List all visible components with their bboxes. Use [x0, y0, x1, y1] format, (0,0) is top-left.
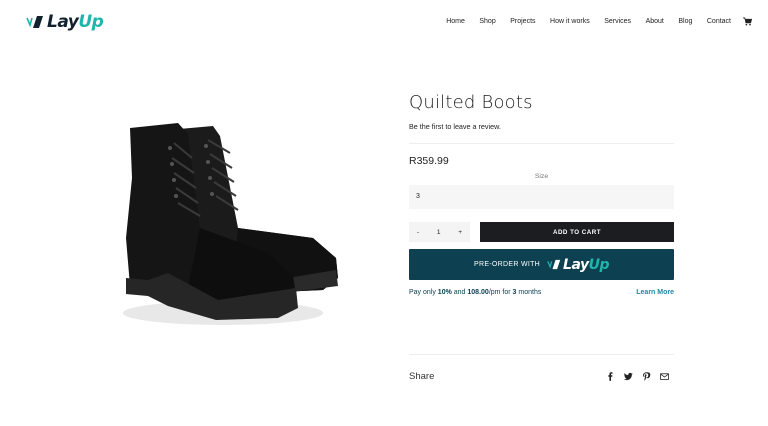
layup-logo-mark-icon	[547, 259, 561, 270]
payment-percent: 10%	[437, 289, 452, 296]
nav-services[interactable]: Services	[604, 18, 631, 25]
payment-amount: 108.00	[467, 289, 489, 296]
preorder-logo-text-lay: Lay	[563, 256, 589, 273]
nav-how-it-works[interactable]: How it works	[550, 18, 590, 25]
payment-text: Pay only 10% and 108.00/pm for 3 months	[409, 289, 541, 296]
logo-text-lay: Lay	[47, 12, 79, 32]
payment-mid2: /pm for	[488, 289, 513, 296]
preorder-logo: LayUp	[547, 256, 610, 273]
product-price: R359.99	[409, 155, 449, 167]
add-to-cart-button[interactable]: ADD TO CART	[480, 222, 674, 242]
qty-value[interactable]: 1	[437, 229, 441, 236]
qty-plus-button[interactable]: +	[458, 229, 462, 236]
pinterest-icon[interactable]	[642, 372, 651, 381]
size-label: Size	[534, 173, 549, 180]
nav-blog[interactable]: Blog	[678, 18, 692, 25]
site-header: LayUp Home Shop Projects How it works Se…	[0, 0, 768, 46]
main-nav: Home Shop Projects How it works Services…	[432, 17, 752, 26]
cart-row: - 1 + ADD TO CART	[409, 222, 674, 242]
payment-suffix: months	[516, 289, 542, 296]
logo-text-up: Up	[78, 12, 104, 32]
preorder-button[interactable]: PRE-ORDER WITH LayUp	[409, 249, 674, 280]
site-logo[interactable]: LayUp	[26, 12, 104, 32]
learn-more-link[interactable]: Learn More	[636, 289, 674, 296]
payment-info-row: Pay only 10% and 108.00/pm for 3 months …	[409, 289, 674, 296]
facebook-icon[interactable]	[606, 372, 615, 381]
twitter-icon[interactable]	[624, 372, 633, 381]
payment-mid1: and	[451, 289, 468, 296]
layup-logo-mark-icon	[26, 16, 43, 28]
nav-about[interactable]: About	[646, 18, 664, 25]
nav-contact[interactable]: Contact	[707, 18, 731, 25]
nav-projects[interactable]: Projects	[510, 18, 535, 25]
share-icons	[606, 372, 674, 381]
share-label: Share	[409, 371, 435, 382]
size-select[interactable]: 3	[409, 185, 674, 209]
product-summary: Quilted Boots Be the first to leave a re…	[409, 92, 674, 296]
nav-home[interactable]: Home	[446, 18, 465, 25]
preorder-label: PRE-ORDER WITH	[474, 261, 541, 268]
boots-image	[123, 123, 338, 325]
qty-minus-button[interactable]: -	[417, 229, 419, 236]
payment-prefix: Pay only	[409, 289, 438, 296]
product-title: Quilted Boots	[409, 92, 533, 113]
preorder-logo-text-up: Up	[588, 256, 610, 273]
share-row: Share	[409, 371, 674, 382]
nav-shop[interactable]: Shop	[479, 18, 495, 25]
logo-wordmark: LayUp	[47, 12, 104, 32]
quantity-stepper: - 1 +	[409, 222, 470, 242]
divider	[409, 354, 674, 355]
email-icon[interactable]	[660, 372, 669, 381]
cart-icon[interactable]	[743, 17, 752, 26]
divider	[409, 143, 674, 144]
review-link[interactable]: Be the first to leave a review.	[409, 122, 674, 131]
